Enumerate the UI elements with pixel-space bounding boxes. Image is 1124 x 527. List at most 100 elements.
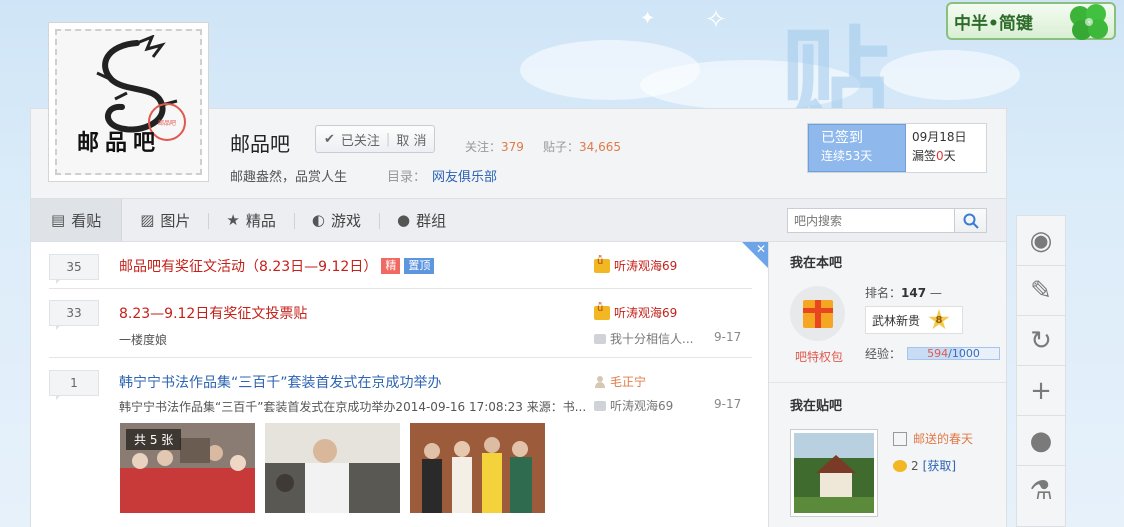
ime-status-widget[interactable]: 中半•简键 (946, 2, 1116, 40)
group-photo (410, 423, 545, 513)
posts-count: 34,665 (579, 140, 622, 154)
speaker-photo (265, 423, 400, 513)
reply-icon (594, 333, 606, 344)
bean-icon (893, 459, 907, 472)
tab-groups[interactable]: ● 群组 (378, 199, 464, 241)
divider (769, 382, 1008, 383)
photo-count: 共 5 张 (126, 429, 182, 450)
compose-button[interactable]: ✎ (1017, 266, 1065, 316)
sign-in-button[interactable]: 已签到 连续53天 (808, 124, 906, 172)
search-input[interactable] (788, 209, 954, 232)
refresh-button[interactable]: ↻ (1017, 316, 1065, 366)
posts-label: 贴子： (543, 140, 580, 154)
user-avatar[interactable] (790, 429, 878, 517)
check-icon: ✔ (324, 131, 335, 147)
get-link[interactable]: [获取] (923, 457, 956, 474)
tab-games[interactable]: ◐ 游戏 (293, 199, 379, 241)
thread-photo[interactable] (265, 423, 400, 513)
search-icon (963, 213, 979, 229)
sign-in-status: 已签到 (821, 130, 863, 146)
exp-text: 594/1000 (927, 347, 980, 360)
reply-count: 1 (49, 370, 99, 400)
clover-icon (1070, 4, 1108, 40)
thread-title[interactable]: 8.23—9.12日有奖征文投票贴 (119, 303, 307, 323)
tab-featured[interactable]: ★ 精品 (208, 199, 293, 241)
followers-count: 379 (501, 140, 524, 154)
reply-count: 33 (49, 300, 99, 330)
thread-author[interactable]: 毛正宁 (594, 373, 646, 390)
privilege-pack-button[interactable] (790, 286, 845, 341)
last-reply[interactable]: 我十分相信人... (594, 330, 693, 347)
thread-item: 33 8.23—9.12日有奖征文投票贴 一楼度娘 听涛观海69 我十分相信人.… (49, 289, 752, 358)
bird-decoration: ✧ (705, 5, 727, 35)
thread-title[interactable]: 邮品吧有奖征文活动（8.23日—9.12日）精置顶 (119, 256, 435, 276)
search-button[interactable] (954, 209, 986, 232)
my-posts-title: 我在贴吧 (790, 399, 843, 414)
followed-label: 已关注 (340, 133, 380, 149)
last-reply[interactable]: 听涛观海69 (594, 397, 673, 414)
plus-icon: + (1030, 375, 1052, 406)
bird-decoration: ✦ (640, 8, 656, 29)
last-reply-date: 9-17 (714, 330, 742, 344)
follow-status-button[interactable]: ✔ 已关注 | 取 消 (315, 125, 436, 153)
exp-label: 经验： (865, 347, 902, 361)
level-star-icon: 8 (928, 309, 950, 330)
last-reply-date: 9-17 (714, 397, 742, 411)
crown-icon (594, 303, 610, 320)
user-button[interactable]: ● (1017, 416, 1065, 466)
username[interactable]: 邮送的春天 (893, 430, 973, 447)
tab-label: 游戏 (330, 211, 361, 230)
followers-label: 关注： (465, 140, 502, 154)
thread-author[interactable]: 听涛观海69 (594, 303, 677, 321)
forum-catalog: 目录： 网友俱乐部 (387, 166, 497, 185)
forum-slogan: 邮趣盎然，品赏人生 (230, 170, 348, 185)
ime-label: 中半•简键 (954, 13, 1033, 34)
thread-abstract: 一楼度娘 (119, 333, 168, 347)
catalog-link[interactable]: 网友俱乐部 (432, 170, 497, 185)
sign-in-box: 已签到 连续53天 09月18日 漏签0天 (807, 123, 987, 173)
reply-icon (594, 400, 606, 411)
thread-photo[interactable] (410, 423, 545, 513)
thread-title[interactable]: 韩宁宁书法作品集“三百千”套装首发式在京成功举办 (119, 372, 442, 392)
thread-item: 35 邮品吧有奖征文活动（8.23日—9.12日）精置顶 听涛观海69 (49, 242, 752, 289)
thread-abstract: 韩宁宁书法作品集“三百千”套装首发式在京成功举办2014-09-16 17:08… (119, 400, 587, 414)
tab-posts[interactable]: ▤ 看贴 (31, 199, 123, 241)
crown-icon (594, 256, 610, 273)
thread-item: 1 韩宁宁书法作品集“三百千”套装首发式在京成功举办 韩宁宁书法作品集“三百千”… (49, 358, 752, 527)
logo-text: 邮品吧 (77, 130, 162, 156)
close-icon: ✕ (755, 242, 766, 256)
featured-badge: 精 (381, 258, 401, 274)
separator: | (385, 131, 391, 147)
level-badge[interactable]: 武林新贵 8 (865, 306, 963, 334)
tab-label: 看贴 (71, 211, 102, 230)
experience: 经验： 594/1000 (865, 345, 1001, 362)
house-photo (794, 433, 874, 513)
tab-label: 图片 (160, 211, 191, 230)
forum-stats: 关注：379 贴子：34,665 (465, 138, 621, 155)
lab-button[interactable]: ⚗ (1017, 466, 1065, 516)
thread-list: ✕ 35 邮品吧有奖征文活动（8.23日—9.12日）精置顶 听涛观海69 33… (30, 242, 768, 527)
level-name: 武林新贵 (872, 313, 921, 328)
sign-in-date: 09月18日 (912, 130, 967, 144)
thread-photo[interactable]: 共 5 张 (120, 423, 255, 513)
add-button[interactable]: + (1017, 366, 1065, 416)
my-forum-title: 我在本吧 (790, 256, 843, 271)
image-icon: ▨ (140, 211, 155, 229)
tab-label: 精品 (245, 211, 276, 230)
edit-icon: ✎ (1030, 275, 1052, 306)
user-icon: ● (1029, 425, 1053, 456)
thread-author[interactable]: 听涛观海69 (594, 256, 677, 274)
forum-name[interactable]: 邮品吧 (230, 128, 290, 157)
missed-days: 漏签0天 (912, 149, 956, 163)
unfollow-button[interactable]: 取 消 (396, 130, 426, 149)
location-button[interactable]: ◉ (1017, 216, 1065, 266)
floating-toolbar: ◉ ✎ ↻ + ● ⚗ (1016, 215, 1066, 527)
gift-icon (802, 299, 833, 328)
privilege-pack-label[interactable]: 吧特权包 (795, 348, 843, 365)
forum-search (787, 208, 987, 233)
forum-logo: 邮品吧 邮品吧 (48, 22, 209, 182)
castle-icon (893, 431, 907, 446)
background-cloud (880, 50, 1020, 100)
tab-images[interactable]: ▨ 图片 (122, 199, 208, 241)
bean-count: 2 [获取] (893, 457, 956, 474)
